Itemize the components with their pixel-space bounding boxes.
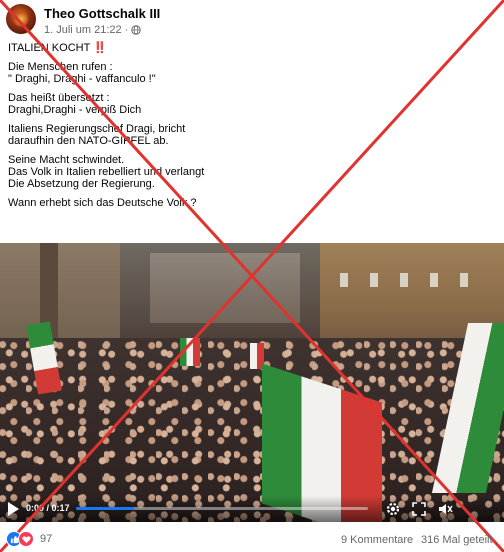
video-progress-fill <box>76 507 135 510</box>
video-controls: 0:00 / 0:17 <box>0 496 504 522</box>
post-paragraph: ITALIEN KOCHT ‼️ <box>8 42 107 54</box>
reactions[interactable]: 97 <box>6 531 52 547</box>
reaction-count: 97 <box>40 533 53 545</box>
post-meta: 1. Juli um 21:22 · <box>44 24 142 36</box>
post-footer: 97 9 Kommentare 316 Mal geteilt <box>0 526 504 552</box>
post-paragraph: Italiens Regierungschef Dragi, bricht da… <box>8 123 186 147</box>
post-paragraph: Die Menschen rufen : " Draghi, Draghi - … <box>8 61 156 85</box>
italian-flag <box>180 338 200 366</box>
video-time: 0:00 / 0:17 <box>26 503 70 513</box>
gear-icon[interactable] <box>384 500 402 518</box>
globe-icon <box>131 25 142 35</box>
building-mid <box>150 253 300 323</box>
video-progress-bar[interactable] <box>76 507 368 510</box>
comments-count[interactable]: 9 Kommentare <box>341 534 413 546</box>
double-exclamation-icon: ‼️ <box>93 42 107 54</box>
video-player[interactable] <box>0 243 504 522</box>
author-avatar[interactable] <box>6 4 36 34</box>
post-header: Theo Gottschalk III 1. Juli um 21:22 · <box>0 0 504 40</box>
post-text: ITALIEN KOCHT ‼️ Die Menschen rufen : " … <box>8 42 488 216</box>
post-paragraph: Seine Macht schwindet. Das Volk in Itali… <box>8 154 205 190</box>
love-icon <box>18 531 34 547</box>
post-paragraph: Das heißt übersetzt : Draghi,Draghi - ve… <box>8 92 142 116</box>
author-name[interactable]: Theo Gottschalk III <box>44 6 160 21</box>
post-timestamp[interactable]: 1. Juli um 21:22 <box>44 24 122 36</box>
fullscreen-icon[interactable] <box>410 500 428 518</box>
play-icon[interactable] <box>4 499 22 519</box>
shares-count[interactable]: 316 Mal geteilt <box>421 534 504 546</box>
volume-icon[interactable] <box>436 500 454 518</box>
post-paragraph: Wann erhebt sich das Deutsche Volk ? <box>8 197 197 209</box>
